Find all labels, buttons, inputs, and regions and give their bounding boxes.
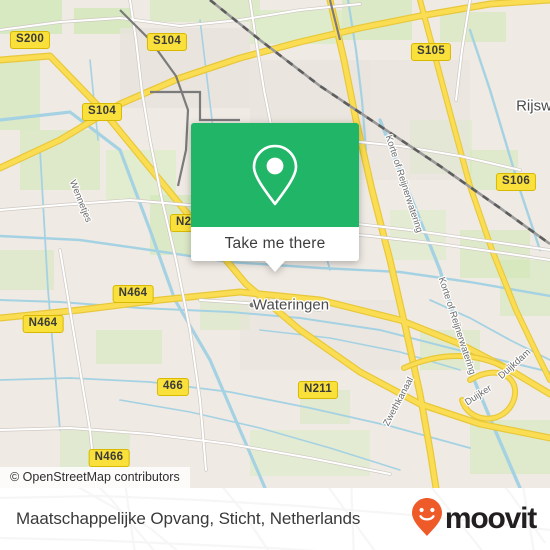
place-label-wateringen: Wateringen bbox=[252, 296, 330, 314]
place-label-rijswijk: Rijsw bbox=[516, 97, 550, 115]
page-footer: Maatschappelijke Opvang, Sticht, Netherl… bbox=[0, 488, 550, 550]
location-callout[interactable]: Take me there bbox=[191, 123, 359, 272]
road-shield[interactable]: N211 bbox=[297, 381, 339, 399]
road-shield[interactable]: S200 bbox=[9, 31, 51, 49]
road-shield[interactable]: N466 bbox=[88, 449, 130, 467]
map-page: Wennetjes Korte of Reijnerwatering Korte… bbox=[0, 0, 550, 550]
map-viewport[interactable]: Wennetjes Korte of Reijnerwatering Korte… bbox=[0, 0, 550, 488]
road-shield[interactable]: S106 bbox=[495, 173, 537, 191]
map-attribution[interactable]: © OpenStreetMap contributors bbox=[0, 467, 190, 488]
callout-tail bbox=[265, 261, 285, 272]
callout-action-bar[interactable]: Take me there bbox=[191, 227, 359, 261]
road-shield[interactable]: S104 bbox=[146, 33, 188, 51]
moovit-smiley-pin-icon bbox=[410, 497, 444, 542]
page-title: Maatschappelijke Opvang, Sticht, Netherl… bbox=[16, 509, 361, 528]
map-pin-icon bbox=[249, 143, 301, 207]
take-me-there-button[interactable]: Take me there bbox=[225, 235, 326, 253]
callout-image-panel bbox=[191, 123, 359, 227]
road-shield[interactable]: S104 bbox=[81, 103, 123, 121]
moovit-wordmark: moovit bbox=[444, 502, 537, 535]
road-shield[interactable]: S105 bbox=[410, 43, 452, 61]
road-shield[interactable]: N464 bbox=[22, 315, 64, 333]
moovit-logo[interactable]: moovit bbox=[410, 497, 537, 542]
road-shield[interactable]: N464 bbox=[112, 285, 154, 303]
road-shield[interactable]: 466 bbox=[156, 378, 190, 396]
